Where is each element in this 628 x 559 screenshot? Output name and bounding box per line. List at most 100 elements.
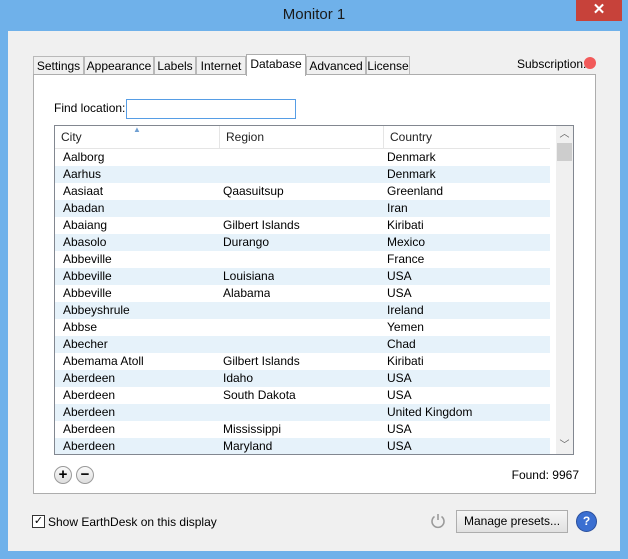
cell-country: Yemen <box>387 320 424 334</box>
tab-labels[interactable]: Labels <box>154 56 196 75</box>
cell-city: Aberdeen <box>63 439 116 453</box>
cell-region: Alabama <box>223 286 271 300</box>
title-bar: Monitor 1 ✕ <box>0 0 628 30</box>
cell-city: Aberdeen <box>63 405 116 419</box>
column-header-country[interactable]: Country <box>384 126 550 148</box>
cell-city: Aberdeen <box>63 388 116 402</box>
cell-city: Abbeville <box>63 286 112 300</box>
cell-city: Aalborg <box>63 150 105 164</box>
table-row[interactable]: Abemama Atoll Gilbert Islands Kiribati <box>55 353 550 370</box>
column-header-city[interactable]: ▲ City <box>55 126 220 148</box>
table-header: ▲ City Region Country <box>55 126 550 149</box>
tab-internet[interactable]: Internet <box>196 56 246 75</box>
cell-country: USA <box>387 422 412 436</box>
find-location-label: Find location: <box>54 101 126 115</box>
table-row[interactable]: Aberdeen Mississippi USA <box>55 421 550 438</box>
help-button[interactable]: ? <box>576 511 597 532</box>
dialog-body: Settings Appearance Labels Internet Data… <box>8 31 620 551</box>
cell-city: Abadan <box>63 201 105 215</box>
tab-database[interactable]: Database <box>246 54 306 76</box>
cell-country: USA <box>387 269 412 283</box>
table-row[interactable]: Abbeville Louisiana USA <box>55 268 550 285</box>
cell-region: Louisiana <box>223 269 275 283</box>
cell-country: Denmark <box>387 150 436 164</box>
table-row[interactable]: Abbeville Alabama USA <box>55 285 550 302</box>
power-icon[interactable] <box>429 512 447 530</box>
cell-country: Iran <box>387 201 408 215</box>
app-window: Monitor 1 ✕ Settings Appearance Labels I… <box>0 0 628 559</box>
table-row[interactable]: Abbeyshrule Ireland <box>55 302 550 319</box>
table-row[interactable]: Abbeville France <box>55 251 550 268</box>
cell-city: Abbeville <box>63 269 112 283</box>
show-earthdesk-label: Show EarthDesk on this display <box>48 515 217 529</box>
table-row[interactable]: Abadan Iran <box>55 200 550 217</box>
table-row[interactable]: Aalborg Denmark <box>55 149 550 166</box>
cell-country: Chad <box>387 337 416 351</box>
tab-appearance[interactable]: Appearance <box>84 56 154 75</box>
table-row[interactable]: Abaiang Gilbert Islands Kiribati <box>55 217 550 234</box>
column-header-city-label: City <box>61 130 82 144</box>
close-button[interactable]: ✕ <box>576 0 622 21</box>
table-row[interactable]: Abbse Yemen <box>55 319 550 336</box>
vertical-scrollbar[interactable]: ︿ ﹀ <box>556 126 573 454</box>
tab-license[interactable]: License <box>366 56 410 75</box>
cell-country: Kiribati <box>387 218 424 232</box>
table-row[interactable]: Aberdeen Maryland USA <box>55 438 550 454</box>
cell-country: USA <box>387 371 412 385</box>
table-row[interactable]: Aberdeen South Dakota USA <box>55 387 550 404</box>
cell-country: United Kingdom <box>387 405 473 419</box>
cell-country: USA <box>387 388 412 402</box>
cell-country: Denmark <box>387 167 436 181</box>
cell-region: Durango <box>223 235 270 249</box>
database-panel: Find location: ▲ City Region Country Aal… <box>33 74 596 494</box>
cell-country: Kiribati <box>387 354 424 368</box>
cell-city: Aberdeen <box>63 371 116 385</box>
cell-city: Abbse <box>63 320 98 334</box>
cell-city: Abaiang <box>63 218 108 232</box>
show-earthdesk-checkbox[interactable]: ✓ <box>32 515 45 528</box>
sort-ascending-icon: ▲ <box>133 125 141 134</box>
cell-region: Mississippi <box>223 422 282 436</box>
subscription-label: Subscription: <box>517 57 587 71</box>
cell-city: Aasiaat <box>63 184 104 198</box>
window-title: Monitor 1 <box>282 6 346 23</box>
scroll-up-arrow-icon[interactable]: ︿ <box>556 126 573 143</box>
cell-country: France <box>387 252 425 266</box>
table-row[interactable]: Aberdeen Idaho USA <box>55 370 550 387</box>
table-row[interactable]: Aarhus Denmark <box>55 166 550 183</box>
cell-city: Abecher <box>63 337 108 351</box>
cell-city: Abasolo <box>63 235 107 249</box>
tab-settings[interactable]: Settings <box>33 56 84 75</box>
cell-city: Aberdeen <box>63 422 116 436</box>
table-body: Aalborg Denmark Aarhus Denmark Aasiaat Qaasui… <box>55 149 550 454</box>
table-row[interactable]: Abecher Chad <box>55 336 550 353</box>
cell-region: Qaasuitsup <box>223 184 284 198</box>
cell-region: Maryland <box>223 439 273 453</box>
cell-country: USA <box>387 286 412 300</box>
subscription-status-indicator <box>584 57 596 69</box>
cell-country: USA <box>387 439 412 453</box>
cell-city: Abbeville <box>63 252 112 266</box>
table-row[interactable]: Aasiaat Qaasuitsup Greenland <box>55 183 550 200</box>
cell-country: Ireland <box>387 303 424 317</box>
cell-region: South Dakota <box>223 388 296 402</box>
table-row[interactable]: Aberdeen United Kingdom <box>55 404 550 421</box>
manage-presets-button[interactable]: Manage presets... <box>456 510 568 533</box>
cell-region: Gilbert Islands <box>223 354 300 368</box>
scroll-down-arrow-icon[interactable]: ﹀ <box>556 437 573 454</box>
tab-advanced[interactable]: Advanced <box>306 56 366 75</box>
locations-table: ▲ City Region Country Aalborg Denmark Aarh… <box>54 125 574 455</box>
cell-country: Mexico <box>387 235 426 249</box>
table-row[interactable]: Abasolo Durango Mexico <box>55 234 550 251</box>
remove-location-button[interactable]: − <box>76 466 94 484</box>
cell-country: Greenland <box>387 184 444 198</box>
cell-city: Abemama Atoll <box>63 354 144 368</box>
find-location-input[interactable] <box>126 99 296 119</box>
add-location-button[interactable]: + <box>54 466 72 484</box>
cell-region: Idaho <box>223 371 254 385</box>
found-count: Found: 9967 <box>511 468 579 482</box>
scrollbar-thumb[interactable] <box>557 143 572 161</box>
column-header-region[interactable]: Region <box>220 126 384 148</box>
cell-city: Abbeyshrule <box>63 303 130 317</box>
cell-region: Gilbert Islands <box>223 218 300 232</box>
